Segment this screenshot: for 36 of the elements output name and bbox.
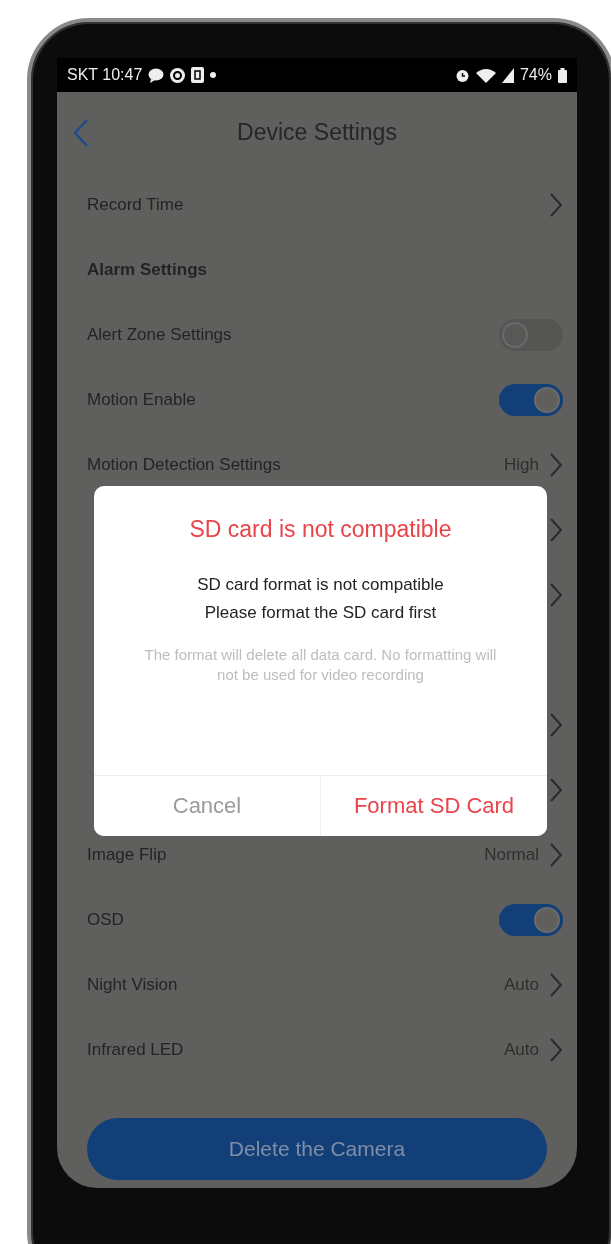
wifi-icon [475,67,496,83]
setting-label[interactable]: Image Flip [87,844,475,865]
chevron-right-icon [549,1036,563,1063]
dot-icon [210,72,217,78]
chevron-right-icon [549,711,563,738]
alarm-clock-icon [454,67,470,83]
setting-label: Alert Zone Settings [87,324,233,345]
setting-label: Motion Enable [87,389,197,410]
toggle-switch[interactable] [499,903,563,936]
battery-percent: 74% [519,66,552,84]
chat-bubble-icon [148,67,165,83]
dialog-title: SD card is not compatible [189,516,452,543]
chevron-right-icon [549,971,563,998]
delete-camera-button[interactable]: Delete the Camera [87,1118,547,1180]
chevron-right-icon [549,776,563,803]
dialog-message: Please format the SD card first [204,602,437,624]
chevron-right-icon [549,516,563,543]
dialog-hint: not be used for video recording [217,665,424,685]
chevron-right-icon [549,451,563,478]
setting-label: OSD [87,909,125,930]
page-title: Device Settings [236,118,398,146]
chevron-right-icon [549,841,563,868]
setting-label[interactable]: Infrared LED [87,1039,494,1060]
chevron-right-icon [549,191,563,218]
setting-label[interactable]: Night Vision [87,974,494,995]
battery-icon [558,67,567,83]
setting-label[interactable]: Motion Detection Settings [87,454,495,475]
dialog-message: SD card format is not compatible [197,574,444,596]
dialog-hint: The format will delete all data card. No formatting will [144,645,497,665]
setting-label[interactable]: Record Time [87,194,539,215]
status-time: SKT 10:47 [67,66,143,84]
section-heading: Alarm Settings [87,259,208,280]
chevron-right-icon [549,581,563,608]
cancel-button[interactable]: Cancel [94,776,321,836]
toggle-switch[interactable] [499,383,563,416]
signal-icon [501,67,514,83]
